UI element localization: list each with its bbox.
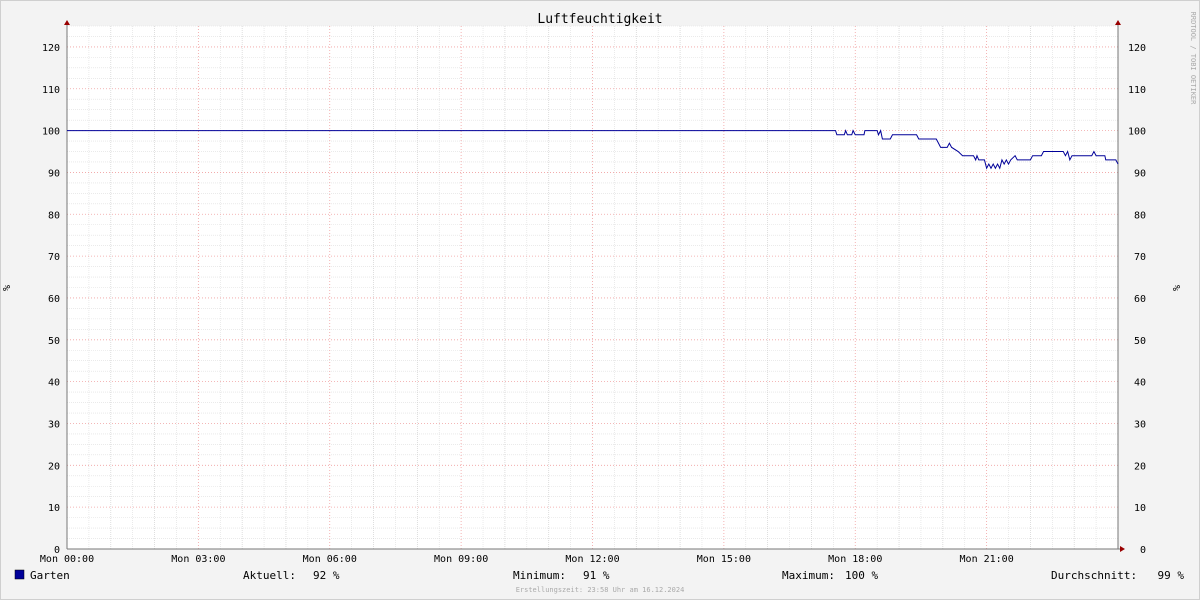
- y-tick-label-right: 80: [1134, 210, 1146, 221]
- y-tick-label-left: 20: [48, 461, 60, 472]
- x-tick-label: Mon 18:00: [828, 554, 882, 565]
- y-tick-label-left: 30: [48, 419, 60, 430]
- legend-min-label: Minimum:: [513, 569, 566, 582]
- y-tick-label-right: 20: [1134, 461, 1146, 472]
- chart-svg: 0 010 1020 2030 3040 4050 5060 6070 7080 8090 9010…: [0, 0, 1200, 600]
- y-tick-label-left: 90: [48, 168, 60, 179]
- legend-swatch: [14, 569, 25, 580]
- y-tick-label-left: 110: [42, 85, 60, 96]
- legend-current-label: Aktuell:: [243, 569, 296, 582]
- y-tick-label-right: 10: [1134, 503, 1146, 514]
- x-tick-label: Mon 03:00: [171, 554, 225, 565]
- y-tick-label-right: 90: [1134, 168, 1146, 179]
- y-tick-label-right: 30: [1134, 419, 1146, 430]
- y-tick-label-right: 0: [1140, 545, 1146, 556]
- legend-max-label: Maximum:: [782, 569, 835, 582]
- y-tick-label-left: 80: [48, 210, 60, 221]
- legend-min-value: 91 %: [583, 569, 610, 582]
- watermark: RRDTOOL / TOBI OETIKER: [1189, 12, 1197, 106]
- x-tick-label: Mon 09:00: [434, 554, 488, 565]
- y-axis-label-left: %: [2, 285, 13, 291]
- chart-title: Luftfeuchtigkeit: [537, 12, 662, 27]
- legend-avg-label: Durchschnitt:: [1051, 569, 1137, 582]
- y-tick-label-right: 40: [1134, 378, 1146, 389]
- y-tick-label-right: 110: [1128, 85, 1146, 96]
- y-tick-label-left: 60: [48, 294, 60, 305]
- footer-created: Erstellungszeit: 23:58 Uhr am 16.12.2024: [516, 586, 685, 594]
- y-tick-label-left: 10: [48, 503, 60, 514]
- y-tick-label-right: 60: [1134, 294, 1146, 305]
- legend-avg-value: 99 %: [1158, 569, 1185, 582]
- x-tick-label: Mon 12:00: [565, 554, 619, 565]
- y-tick-label-right: 100: [1128, 127, 1146, 138]
- y-tick-label-left: 120: [42, 43, 60, 54]
- legend-series-name: Garten: [30, 569, 70, 582]
- y-tick-label-left: 50: [48, 336, 60, 347]
- legend-max-value: 100 %: [845, 569, 878, 582]
- y-tick-label-right: 50: [1134, 336, 1146, 347]
- x-tick-label: Mon 00:00: [40, 554, 94, 565]
- x-tick-label: Mon 15:00: [697, 554, 751, 565]
- y-tick-label-right: 120: [1128, 43, 1146, 54]
- y-axis-label-right: %: [1172, 285, 1183, 291]
- x-tick-label: Mon 06:00: [303, 554, 357, 565]
- legend-current-value: 92 %: [313, 569, 340, 582]
- y-tick-label-right: 70: [1134, 252, 1146, 263]
- y-tick-label-left: 40: [48, 378, 60, 389]
- y-tick-label-left: 100: [42, 127, 60, 138]
- y-tick-label-left: 70: [48, 252, 60, 263]
- x-tick-label: Mon 21:00: [960, 554, 1014, 565]
- chart-root: 0 0 10 10 20 20 30 30 40 40 50 50 60 60 70 70 80 80 90 90 10…: [0, 0, 1200, 600]
